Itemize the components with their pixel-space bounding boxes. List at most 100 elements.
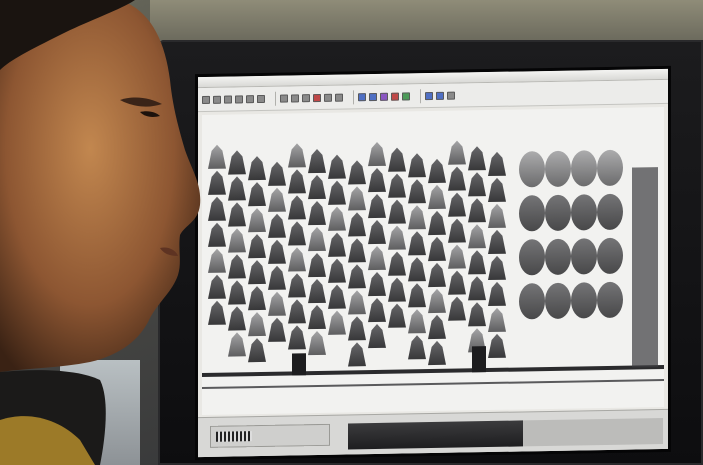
scan-overview-dark[interactable] — [348, 420, 523, 450]
scan-overview-light[interactable] — [523, 417, 663, 447]
color-palette-icon[interactable] — [369, 92, 377, 101]
tool-icon[interactable] — [313, 93, 321, 102]
scanned-bag — [468, 198, 486, 223]
scanned-bag — [268, 265, 286, 290]
scanned-bag — [308, 227, 326, 252]
scanned-bag — [519, 283, 545, 320]
scanned-bag — [388, 173, 406, 198]
thumbnail-panel[interactable] — [210, 423, 330, 448]
color-palette-icon[interactable] — [391, 92, 399, 101]
scanned-bag — [348, 264, 366, 289]
scanned-bag — [428, 184, 446, 210]
scanned-bag — [288, 143, 306, 168]
conveyor-support — [292, 353, 306, 376]
scanned-bag — [408, 205, 426, 230]
zoom-icon[interactable] — [425, 91, 433, 100]
scanned-bag — [328, 284, 346, 309]
scanned-bag — [228, 254, 246, 279]
scanned-bag — [571, 282, 597, 319]
scanned-bag — [488, 151, 506, 177]
scanned-bag — [288, 247, 306, 272]
scanned-bag — [428, 314, 446, 340]
scanned-bag — [308, 201, 326, 226]
scanned-bag — [268, 291, 286, 316]
scanned-bag — [408, 309, 426, 334]
scanned-bag — [488, 229, 506, 255]
settings-icon[interactable] — [447, 91, 455, 100]
zoom-icon[interactable] — [436, 91, 444, 100]
scanned-bag — [308, 279, 326, 304]
scanned-bag — [448, 140, 466, 165]
scanned-bag — [308, 175, 326, 200]
scanned-bag — [288, 195, 306, 220]
scanned-bag — [519, 195, 545, 232]
scanned-bag — [468, 172, 486, 197]
scanned-bag — [288, 169, 306, 194]
conveyor-support — [472, 346, 486, 373]
scanned-bag — [368, 193, 386, 219]
tool-icon[interactable] — [324, 93, 332, 102]
xray-scan-graphic — [202, 140, 664, 390]
tool-icon[interactable] — [246, 94, 254, 103]
scanned-bag — [488, 203, 506, 229]
toolbar-divider — [420, 88, 421, 103]
scanned-bag — [368, 167, 386, 193]
scanned-bag — [597, 193, 623, 230]
scanned-bag — [348, 316, 366, 341]
scanned-bag — [468, 146, 486, 171]
scanned-bag — [328, 232, 346, 257]
scanned-bag — [328, 154, 346, 179]
scanned-bag — [597, 149, 623, 186]
tool-icon[interactable] — [257, 94, 265, 103]
scanned-bag — [348, 238, 366, 263]
scanned-bag — [308, 149, 326, 174]
color-palette-icon[interactable] — [402, 91, 410, 101]
scanned-bag — [368, 297, 386, 323]
scanned-bag — [368, 271, 386, 297]
scanned-bag — [368, 141, 386, 167]
tool-icon[interactable] — [280, 94, 288, 103]
scanned-bag — [288, 273, 306, 298]
scanned-bag — [468, 224, 486, 249]
scanned-bag — [545, 282, 571, 319]
xray-scan-image[interactable] — [202, 106, 664, 416]
tool-icon[interactable] — [224, 95, 232, 104]
tool-icon[interactable] — [335, 93, 343, 102]
scanned-bag — [388, 225, 406, 250]
barcode-thumbnail — [216, 431, 252, 442]
scanned-bag — [388, 199, 406, 224]
scanned-bag — [488, 177, 506, 203]
color-palette-icon[interactable] — [358, 92, 366, 101]
scanned-bag — [228, 306, 246, 331]
scanned-bag — [519, 239, 545, 276]
scanned-bag — [348, 160, 366, 185]
scanned-bag — [228, 176, 246, 201]
scanned-bag — [428, 158, 446, 184]
toolbar-divider — [275, 91, 276, 106]
tool-icon[interactable] — [302, 93, 310, 102]
toolbar-divider — [353, 89, 354, 104]
scanned-bag — [388, 277, 406, 302]
scanned-bag — [308, 305, 326, 330]
scanned-bag — [545, 238, 571, 275]
scanned-bag — [268, 187, 286, 212]
tool-icon[interactable] — [235, 94, 243, 103]
scanned-bag — [388, 303, 406, 328]
scanned-bag — [228, 202, 246, 227]
scanned-bag — [228, 228, 246, 253]
conveyor-line — [202, 364, 664, 378]
scanned-bag — [408, 283, 426, 308]
scanned-bag — [328, 258, 346, 283]
scanned-bag — [328, 310, 346, 335]
scanned-bag — [368, 323, 386, 349]
scanned-bag — [408, 257, 426, 282]
monitor-screen — [198, 68, 668, 458]
scanned-bag — [428, 236, 446, 262]
scanned-bag — [488, 307, 506, 333]
conveyor-line — [202, 378, 664, 390]
scanned-bag — [248, 312, 266, 337]
color-palette-icon[interactable] — [380, 92, 388, 101]
tool-icon[interactable] — [291, 93, 299, 102]
scanned-bag — [468, 302, 486, 327]
scanned-bag — [597, 281, 623, 318]
